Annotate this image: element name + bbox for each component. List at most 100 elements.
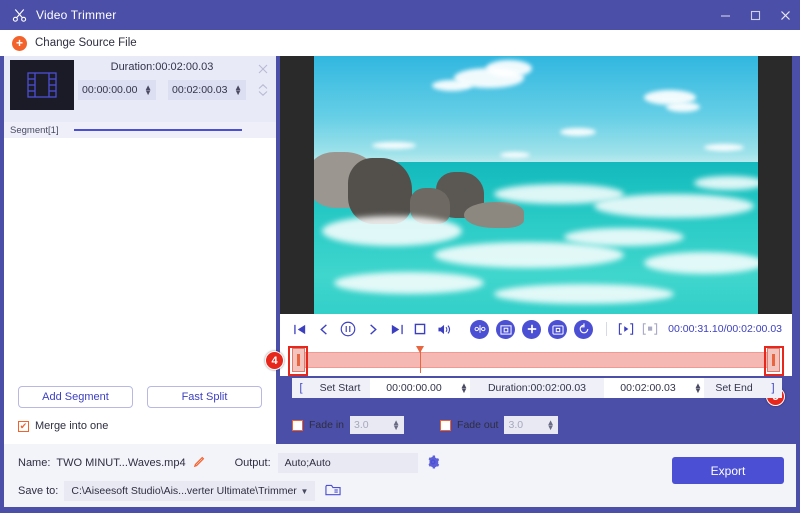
- fade-in-label: Fade in: [309, 419, 345, 431]
- controls-divider: [606, 322, 607, 336]
- fade-in-group: Fade in 3.0 ▲ ▼: [292, 416, 405, 434]
- close-icon[interactable]: [770, 0, 800, 30]
- chevron-down-icon[interactable]: ▼: [300, 487, 308, 496]
- segment-start-input[interactable]: 00:00:00.00 ▲ ▼: [78, 80, 156, 100]
- segment-time-inputs: 00:00:00.00 ▲ ▼ 00:02:00.03 ▲ ▼: [74, 80, 250, 100]
- maximize-icon[interactable]: [740, 0, 770, 30]
- end-time-stepper[interactable]: ▲ ▼: [692, 378, 704, 398]
- letterbox-right: [758, 56, 792, 314]
- volume-icon[interactable]: [432, 316, 456, 342]
- segment-footer-label: Segment[1]: [10, 124, 59, 136]
- video-preview[interactable]: [280, 56, 792, 314]
- output-format-field[interactable]: Auto;Auto: [277, 453, 418, 473]
- change-source-bar[interactable]: + Change Source File: [0, 30, 800, 56]
- next-frame-icon[interactable]: [360, 316, 384, 342]
- snapshot-icon[interactable]: [496, 319, 515, 339]
- minimize-icon[interactable]: [710, 0, 740, 30]
- save-to-row: Save to: C:\Aiseesoft Studio\Ais...verte…: [18, 481, 341, 501]
- add-segment-button[interactable]: Add Segment: [18, 386, 133, 408]
- fade-in-value: 3.0: [354, 419, 369, 431]
- trim-values-row: [ Set Start 00:00:00.00 ▲ ▼ Duration:00:0…: [292, 378, 782, 398]
- playback-timecode: 00:00:31.10/00:02:00.03: [668, 323, 782, 335]
- fade-in-checkbox[interactable]: [292, 419, 303, 431]
- bottom-bar: Name: TWO MINUT...Waves.mp4 Output: Auto…: [4, 444, 796, 507]
- output-label: Output:: [234, 457, 271, 469]
- segment-footer: Segment[1]: [4, 122, 276, 138]
- jump-to-end-icon[interactable]: [384, 316, 408, 342]
- segment-buttons: Add Segment Fast Split: [4, 386, 276, 408]
- export-button[interactable]: Export: [672, 457, 784, 484]
- video-trimmer-window: Video Trimmer + Change Source File Durat…: [0, 0, 800, 513]
- left-bracket-icon: [: [299, 382, 303, 394]
- trim-timeline[interactable]: [280, 344, 792, 376]
- merge-into-one-row[interactable]: ✔ Merge into one: [18, 420, 108, 432]
- fade-out-value: 3.0: [508, 419, 524, 431]
- segment-fields: Duration:00:02:00.03 00:00:00.00 ▲ ▼ 00:0…: [74, 56, 250, 122]
- reset-icon[interactable]: [574, 319, 593, 339]
- segment-panel: Duration:00:02:00.03 00:00:00.00 ▲ ▼ 00:0…: [4, 56, 276, 444]
- fade-out-stepper[interactable]: ▲ ▼: [547, 419, 555, 432]
- letterbox-left: [280, 56, 314, 314]
- plus-circle-icon[interactable]: +: [12, 35, 27, 51]
- fast-split-button[interactable]: Fast Split: [147, 386, 262, 408]
- expand-collapse-icon[interactable]: [258, 83, 268, 101]
- name-output-row: Name: TWO MINUT...Waves.mp4 Output: Auto…: [18, 453, 440, 473]
- fade-out-group: Fade out 3.0 ▲ ▼: [440, 416, 559, 434]
- segment-end-stepper[interactable]: ▲ ▼: [234, 84, 242, 97]
- close-icon[interactable]: [258, 61, 268, 79]
- segment-actions: [250, 56, 276, 122]
- fade-out-label: Fade out: [457, 419, 499, 431]
- previous-frame-icon[interactable]: [312, 316, 336, 342]
- change-source-label: Change Source File: [35, 37, 137, 49]
- sky-region: [314, 56, 758, 167]
- add-icon[interactable]: [522, 319, 541, 339]
- set-end-button[interactable]: Set End: [704, 382, 764, 394]
- highlight-box-left-handle: [288, 346, 308, 376]
- segment-progress-bar: [74, 129, 242, 131]
- save-to-label: Save to:: [18, 485, 59, 497]
- segment-card[interactable]: Duration:00:02:00.03 00:00:00.00 ▲ ▼ 00:0…: [4, 56, 276, 122]
- pause-icon[interactable]: [336, 316, 360, 342]
- name-value: TWO MINUT...Waves.mp4: [56, 457, 186, 469]
- right-bracket-icon: ]: [771, 382, 775, 394]
- window-controls: [710, 0, 800, 30]
- scissors-icon: [10, 6, 28, 24]
- merge-into-one-label: Merge into one: [35, 420, 109, 432]
- fade-out-checkbox[interactable]: [440, 419, 452, 431]
- fade-options-row: Fade in 3.0 ▲ ▼ Fade out 3.0 ▲ ▼: [292, 414, 782, 436]
- edit-tool-buttons: [470, 319, 600, 339]
- segment-end-input[interactable]: 00:02:00.03 ▲ ▼: [168, 80, 246, 100]
- film-strip-icon: [10, 60, 74, 110]
- callout-marker-4: 4: [265, 351, 284, 370]
- start-time-value[interactable]: 00:00:00.00: [370, 378, 458, 398]
- split-clip-icon[interactable]: [470, 319, 489, 339]
- end-time-value[interactable]: 00:02:00.03: [604, 378, 692, 398]
- fade-in-input[interactable]: 3.0 ▲ ▼: [350, 416, 405, 434]
- set-start-button[interactable]: Set Start: [310, 382, 370, 394]
- set-in-point-icon[interactable]: [615, 319, 637, 339]
- player-controls: 00:00:31.10/00:02:00.03: [280, 314, 792, 344]
- save-to-field[interactable]: C:\Aiseesoft Studio\Ais...verter Ultimat…: [64, 481, 316, 501]
- segment-start-stepper[interactable]: ▲ ▼: [144, 84, 152, 97]
- segment-start-value: 00:00:00.00: [82, 84, 138, 96]
- fade-in-stepper[interactable]: ▲ ▼: [392, 419, 400, 432]
- record-stop-icon[interactable]: [548, 319, 567, 339]
- name-label: Name:: [18, 457, 51, 469]
- start-time-stepper[interactable]: ▲ ▼: [458, 378, 470, 398]
- fade-out-input[interactable]: 3.0 ▲ ▼: [504, 416, 559, 434]
- playhead-marker[interactable]: [416, 346, 424, 373]
- folder-icon[interactable]: [325, 483, 341, 500]
- set-out-point-icon[interactable]: [639, 319, 661, 339]
- pencil-icon[interactable]: [193, 456, 205, 471]
- gear-icon[interactable]: [426, 455, 440, 472]
- timeline-track[interactable]: [294, 352, 778, 368]
- preview-frame: [314, 56, 758, 314]
- segment-end-value: 00:02:00.03: [172, 84, 228, 96]
- highlight-box-right-handle: [764, 346, 784, 376]
- segment-duration-label: Duration:00:02:00.03: [110, 61, 214, 73]
- trim-duration-label: Duration:00:02:00.03: [487, 382, 587, 394]
- stop-icon[interactable]: [408, 316, 432, 342]
- jump-to-start-icon[interactable]: [288, 316, 312, 342]
- window-title: Video Trimmer: [36, 8, 117, 22]
- merge-into-one-checkbox[interactable]: ✔: [18, 420, 29, 432]
